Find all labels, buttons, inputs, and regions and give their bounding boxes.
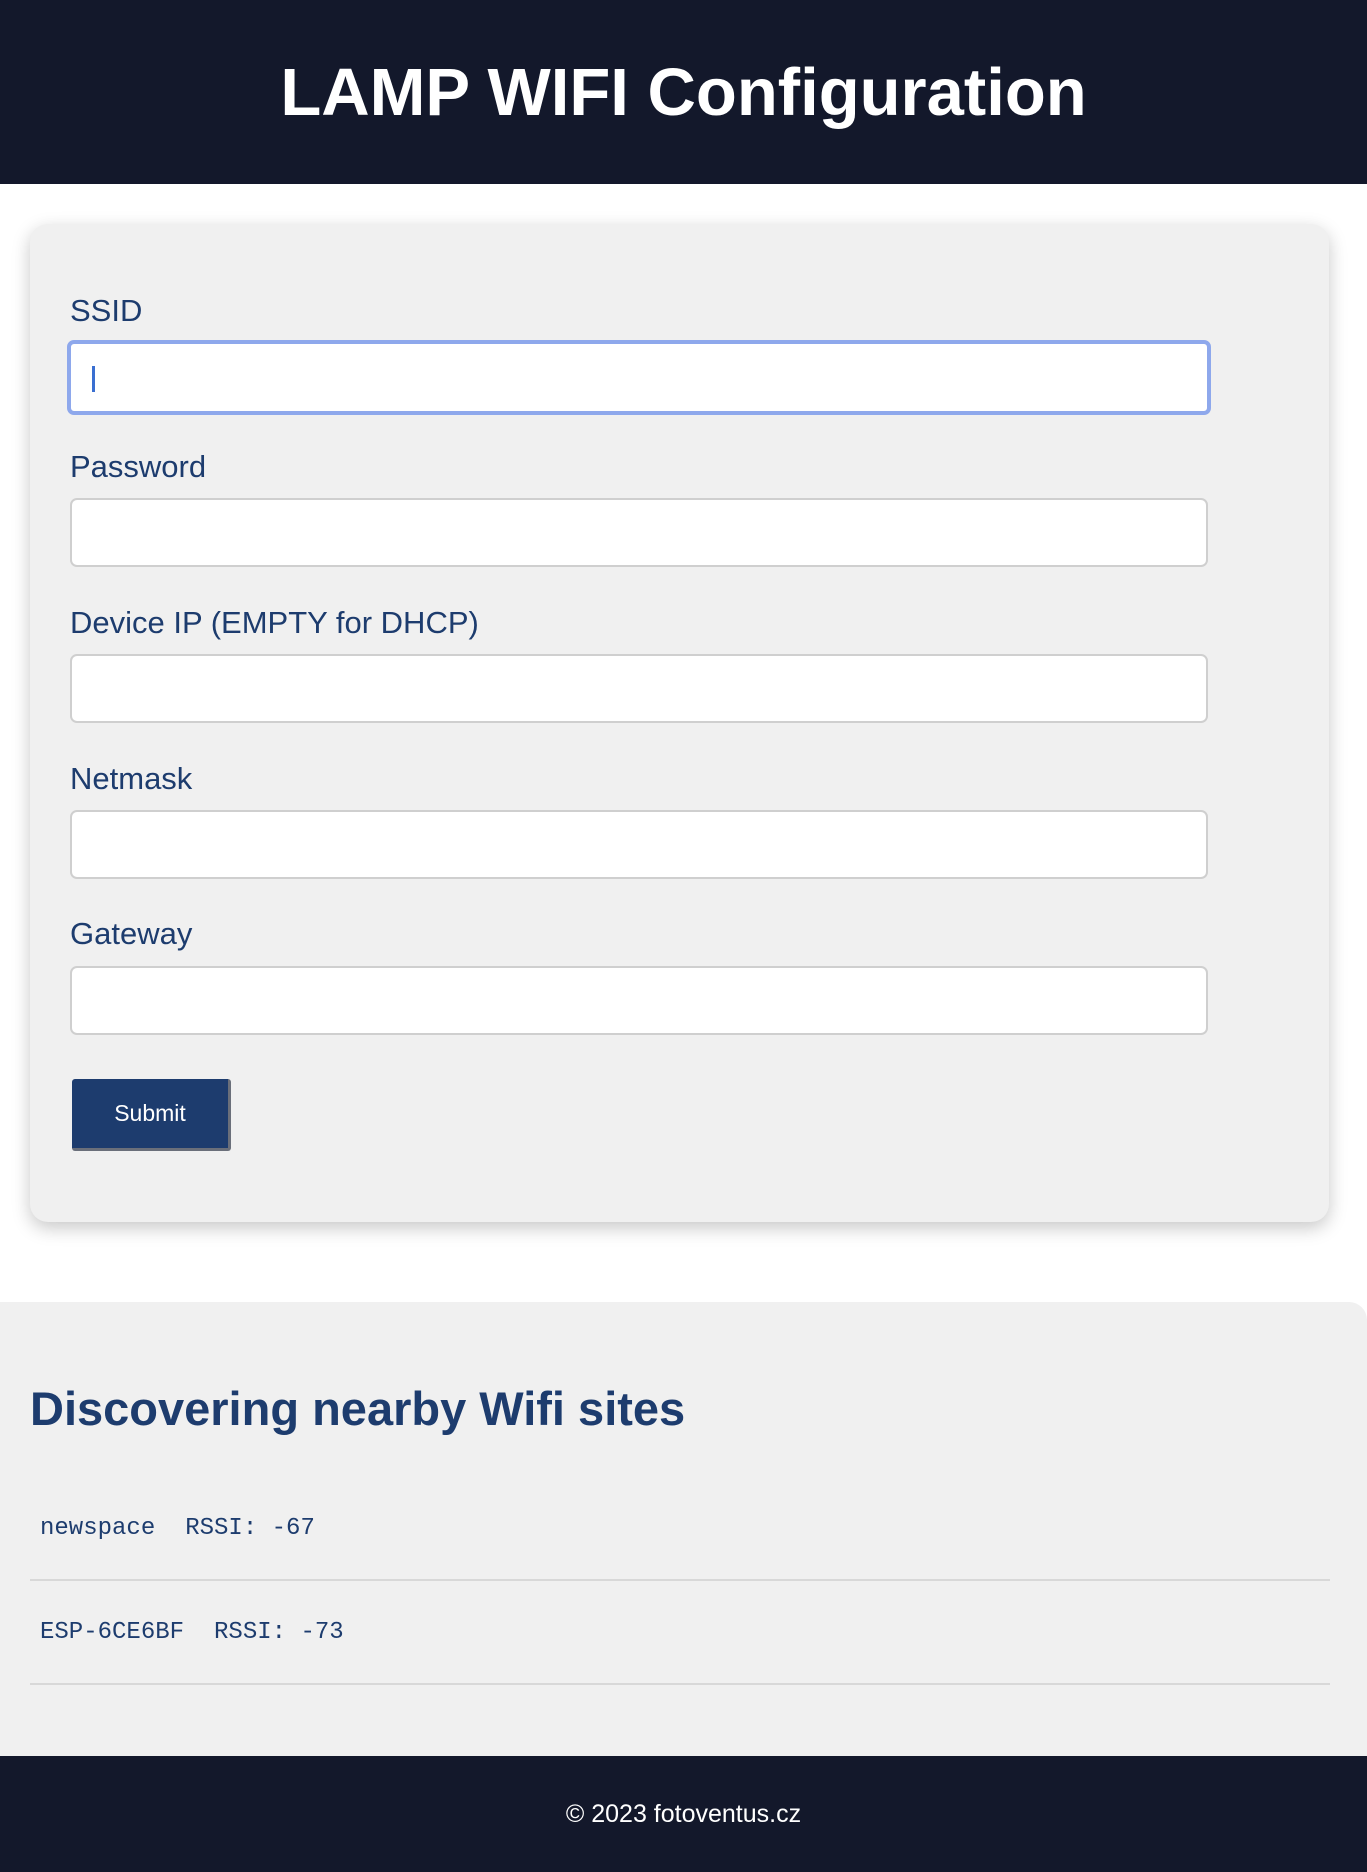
password-input[interactable] bbox=[70, 498, 1208, 567]
gateway-label: Gateway bbox=[70, 916, 193, 951]
netmask-label: Netmask bbox=[70, 761, 193, 796]
wifi-ssid: ESP-6CE6BF bbox=[40, 1618, 185, 1646]
wifi-section-title: Discovering nearby Wifi sites bbox=[30, 1382, 686, 1435]
wifi-rssi: RSSI: -73 bbox=[214, 1618, 344, 1646]
wifi-rssi: RSSI: -67 bbox=[185, 1514, 315, 1542]
gateway-input[interactable] bbox=[70, 966, 1208, 1035]
wifi-config-form: SSID Password Device IP (EMPTY for DHCP)… bbox=[30, 224, 1329, 1222]
netmask-input[interactable] bbox=[70, 810, 1208, 879]
device-ip-label: Device IP (EMPTY for DHCP) bbox=[70, 605, 479, 640]
footer-copyright: © 2023 fotoventus.cz bbox=[565, 1799, 802, 1828]
page-header: LAMP WIFI Configuration bbox=[0, 0, 1367, 184]
ssid-input[interactable] bbox=[67, 340, 1211, 415]
device-ip-input[interactable] bbox=[70, 654, 1208, 723]
ssid-label: SSID bbox=[70, 293, 143, 328]
wifi-network-item[interactable]: ESP-6CE6BF RSSI: -73 bbox=[30, 1581, 1330, 1685]
text-cursor bbox=[92, 366, 95, 392]
page-title: LAMP WIFI Configuration bbox=[280, 54, 1087, 130]
submit-button[interactable]: Submit bbox=[72, 1079, 231, 1151]
wifi-ssid: newspace bbox=[40, 1514, 156, 1542]
wifi-scan-section: Discovering nearby Wifi sites newspace R… bbox=[0, 1302, 1367, 1756]
page-footer: © 2023 fotoventus.cz bbox=[0, 1756, 1367, 1872]
wifi-network-item[interactable]: newspace RSSI: -67 bbox=[30, 1477, 1330, 1581]
password-label: Password bbox=[70, 449, 207, 484]
